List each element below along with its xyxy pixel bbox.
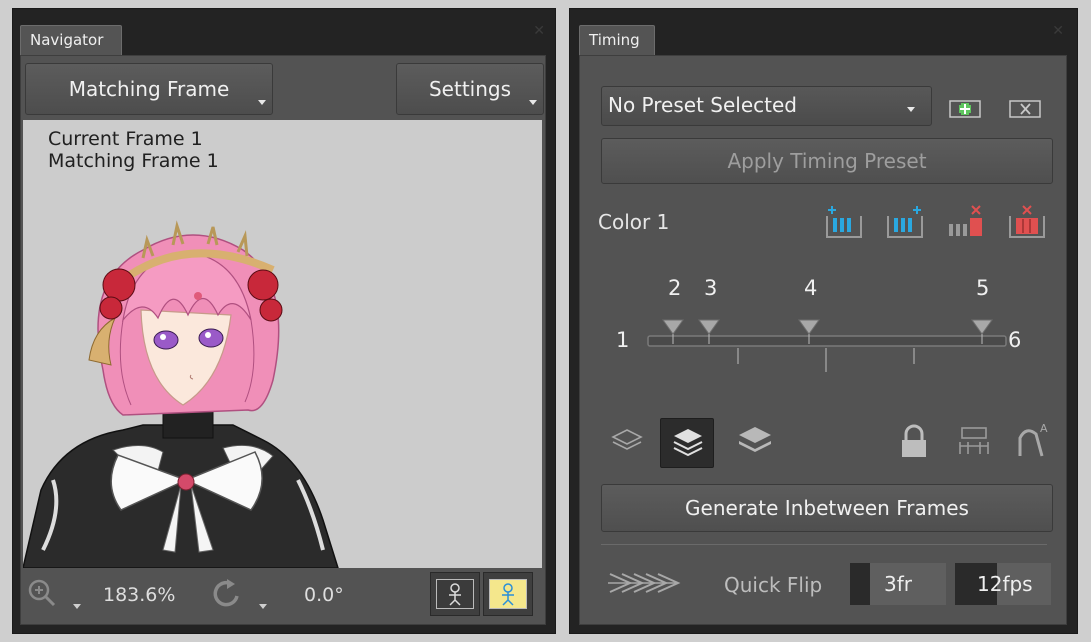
quick-flip-fps-value: 12fps	[977, 572, 1033, 596]
new-preset-icon[interactable]	[948, 97, 982, 119]
generate-inbetween-frames-button[interactable]: Generate Inbetween Frames	[601, 484, 1053, 532]
delete-preset-icon[interactable]	[1008, 97, 1042, 119]
add-inbetween-icon[interactable]	[824, 204, 864, 240]
matching-frame-toggle-icon	[502, 583, 514, 606]
chevron-down-icon	[529, 100, 537, 105]
lock-icon[interactable]	[898, 424, 930, 460]
auto-inbetween-icon[interactable]: A	[1014, 420, 1052, 460]
generate-inbetween-frames-label: Generate Inbetween Frames	[685, 496, 969, 520]
close-icon[interactable]: ✕	[533, 23, 545, 39]
navigator-panel: Navigator ✕ Matching Frame Settings Curr…	[12, 8, 556, 634]
quick-flip-label: Quick Flip	[724, 573, 823, 597]
all-layers-icon[interactable]	[736, 424, 774, 460]
quick-flip-icon[interactable]	[608, 568, 684, 598]
divider	[601, 544, 1047, 545]
preset-select-value: No Preset Selected	[608, 93, 797, 117]
navigator-canvas[interactable]: Current Frame 1 Matching Frame 1	[23, 120, 542, 568]
zoom-icon[interactable]	[27, 578, 57, 608]
delete-inbetween-all-icon[interactable]	[1007, 204, 1047, 240]
frame-offset-icon[interactable]	[956, 424, 992, 460]
multi-layer-button[interactable]	[660, 418, 714, 468]
settings-button[interactable]: Settings	[396, 63, 544, 115]
chevron-down-icon[interactable]	[259, 604, 267, 609]
timing-tab[interactable]: Timing	[579, 25, 655, 55]
quick-flip-frames-field[interactable]: 3fr	[850, 563, 946, 605]
matching-frame-text: Matching Frame 1	[48, 150, 219, 172]
delete-inbetween-icon[interactable]	[946, 204, 986, 240]
timing-body: No Preset Selected Apply Timing Preset C…	[579, 55, 1067, 625]
color-label: Color 1	[598, 210, 670, 234]
onion-skin-toggle-icon	[449, 583, 461, 606]
apply-timing-preset-label: Apply Timing Preset	[727, 149, 927, 173]
matching-frame-button-label: Matching Frame	[68, 77, 230, 101]
timing-panel: Timing ✕ No Preset Selected Apply Timing…	[569, 8, 1078, 634]
close-icon[interactable]: ✕	[1052, 23, 1064, 39]
current-frame-text: Current Frame 1	[48, 128, 203, 150]
rotation-value[interactable]: 0.0°	[304, 584, 344, 606]
chevron-down-icon	[258, 100, 266, 105]
chevron-down-icon	[907, 107, 915, 112]
onion-skin-toggle[interactable]	[430, 572, 480, 616]
add-inbetween-all-icon[interactable]	[885, 204, 925, 240]
zoom-value[interactable]: 183.6%	[103, 584, 175, 606]
navigator-footer: 183.6% 0.0°	[21, 564, 545, 624]
apply-timing-preset-button[interactable]: Apply Timing Preset	[601, 138, 1053, 184]
matching-frame-toggle[interactable]	[483, 572, 533, 616]
settings-button-label: Settings	[428, 77, 512, 101]
character-preview-image	[23, 220, 339, 568]
chevron-down-icon[interactable]	[73, 604, 81, 609]
quick-flip-fps-field[interactable]: 12fps	[955, 563, 1051, 605]
rotate-icon[interactable]	[211, 578, 243, 610]
matching-frame-button[interactable]: Matching Frame	[25, 63, 273, 115]
preset-select[interactable]: No Preset Selected	[601, 86, 932, 126]
svg-text:A: A	[1040, 422, 1048, 435]
timeline-track[interactable]	[610, 276, 1030, 376]
navigator-tab[interactable]: Navigator	[20, 25, 122, 55]
navigator-body: Matching Frame Settings Current Frame 1 …	[20, 55, 546, 625]
multi-layer-icon	[673, 429, 703, 457]
quick-flip-frames-value: 3fr	[884, 572, 912, 596]
single-layer-icon[interactable]	[610, 426, 644, 456]
frame-info: Current Frame 1 Matching Frame 1	[48, 128, 219, 172]
